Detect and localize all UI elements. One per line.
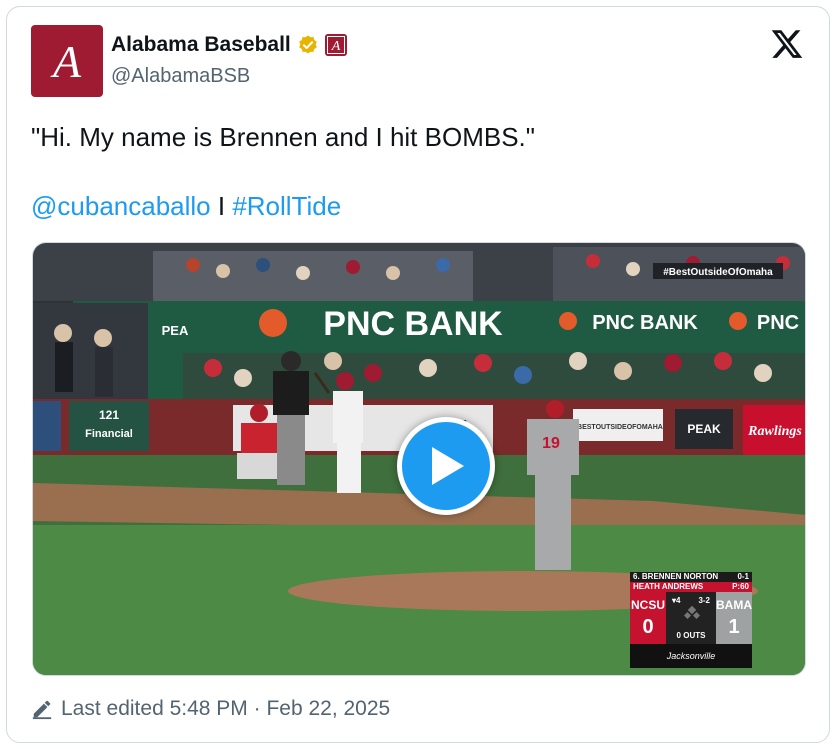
scorebug-main: NCSU 0 ▾4 3-2 0 OUTS BAMA 1 <box>630 592 752 644</box>
affiliate-a-icon: A <box>326 36 345 54</box>
home-abbr: NCSU <box>630 598 665 612</box>
umpire <box>273 351 309 485</box>
pnc-logo-icon <box>259 309 287 337</box>
batter-name: 6. BRENNEN NORTON <box>633 572 719 581</box>
rawlings-text: Rawlings <box>747 424 802 439</box>
svg-text:A: A <box>330 39 340 54</box>
alabama-script-a-logo: A <box>50 36 82 87</box>
edit-footer: Last edited 5:48 PM · Feb 22, 2025 <box>31 697 390 721</box>
play-button[interactable] <box>397 417 495 515</box>
author-name-row: Alabama Baseball A <box>111 33 347 57</box>
x-logo-icon[interactable] <box>770 27 804 61</box>
banner-right-text: PNC BANK <box>592 312 698 334</box>
scorebug-sponsor: Jacksonville <box>630 644 752 668</box>
scorebug: 6. BRENNEN NORTON 0-1 HEATH ANDREWS P:60… <box>630 572 752 668</box>
financial-num-text: 121 <box>99 408 119 422</box>
hashtag-link[interactable]: #RollTide <box>232 191 341 221</box>
tweet-card: A Alabama Baseball A @AlabamaBSB "Hi. My… <box>6 6 830 743</box>
pnc-logo-icon-3 <box>729 312 747 330</box>
scorebug-batter-row: 6. BRENNEN NORTON 0-1 <box>630 572 752 582</box>
video-player[interactable]: #BestOutsideOfOmaha PNC BANK PNC BANK PN… <box>32 242 806 676</box>
hashtag-board-text: #BestOutsideOfOmaha <box>663 267 773 278</box>
pitcher-name: HEATH ANDREWS <box>633 582 704 591</box>
home-team-block: NCSU 0 <box>630 592 666 644</box>
pnc-logo-icon-2 <box>559 312 577 330</box>
peak-left-text: PEA <box>162 323 189 338</box>
away-abbr: BAMA <box>716 598 752 612</box>
separator-text: I <box>210 191 233 221</box>
banner-main-text: PNC BANK <box>323 305 503 343</box>
banner-far-right-text: PNC <box>757 312 799 334</box>
financial-text: Financial <box>85 428 133 440</box>
inning-text: ▾4 <box>672 596 681 605</box>
away-score: 1 <box>728 616 740 638</box>
peak-text: PEAK <box>687 422 721 436</box>
batter-stat: 0-1 <box>737 572 749 581</box>
svg-text:A: A <box>50 36 82 87</box>
pitcher-number-text: 19 <box>542 435 560 452</box>
outs-text: 0 OUTS <box>676 631 706 640</box>
away-team-block: BAMA 1 <box>716 592 752 644</box>
scorebug-center: ▾4 3-2 0 OUTS <box>666 592 716 644</box>
play-icon <box>432 447 464 485</box>
last-edited-text[interactable]: Last edited 5:48 PM · Feb 22, 2025 <box>61 697 390 721</box>
avatar[interactable]: A <box>31 25 103 97</box>
display-name[interactable]: Alabama Baseball <box>111 33 291 57</box>
pitch-count: P:60 <box>732 582 749 591</box>
tweet-links: @cubancaballo I #RollTide <box>31 188 341 224</box>
pencil-icon <box>32 700 52 720</box>
scorebug-pitcher-row: HEATH ANDREWS P:60 <box>630 582 752 592</box>
bestoutside-text: #BESTOUTSIDEOFOMAHA <box>573 424 663 431</box>
home-score: 0 <box>642 616 654 638</box>
count-text: 3-2 <box>698 596 710 605</box>
affiliate-badge-icon[interactable]: A <box>324 34 347 56</box>
mention-link[interactable]: @cubancaballo <box>31 191 211 221</box>
verified-badge-icon <box>298 35 317 54</box>
bases-diamond-icon <box>684 606 700 620</box>
tweet-text: "Hi. My name is Brennen and I hit BOMBS.… <box>31 122 535 152</box>
author-handle[interactable]: @AlabamaBSB <box>111 65 250 88</box>
